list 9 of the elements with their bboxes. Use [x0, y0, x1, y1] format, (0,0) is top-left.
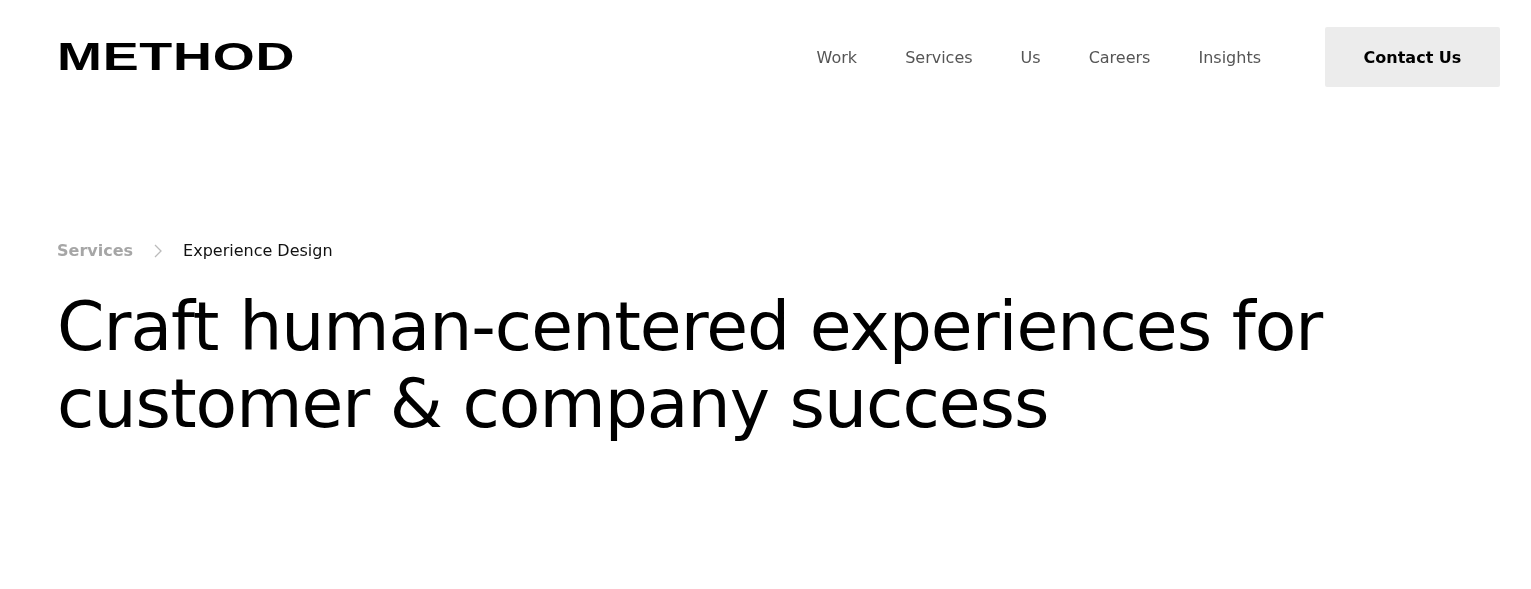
chevron-icon [153, 243, 164, 258]
nav-link[interactable]: Services [881, 47, 997, 67]
logo[interactable]: METHOD [57, 38, 296, 76]
headline: Craft human-centered experiences for customer & company success [57, 288, 1325, 442]
nav-link[interactable]: Insights [1174, 47, 1285, 67]
nav-link[interactable]: Us [996, 47, 1065, 67]
nav-link[interactable]: Work [792, 47, 882, 67]
nav-link[interactable]: Careers [1064, 47, 1175, 67]
contact-button[interactable]: Contact Us [1325, 27, 1500, 87]
